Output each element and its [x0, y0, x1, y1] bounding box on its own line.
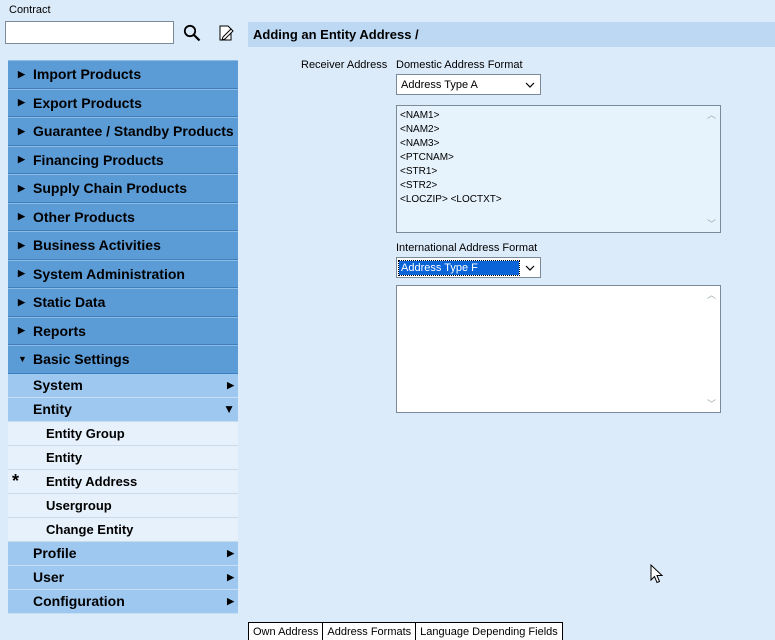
expand-arrow-icon: ▶: [18, 325, 25, 336]
submenu-profile[interactable]: Profile ▶: [8, 541, 238, 566]
menu-label: Supply Chain Products: [33, 180, 188, 197]
menu-label: Static Data: [33, 294, 106, 311]
submenu-configuration[interactable]: Configuration ▶: [8, 589, 238, 614]
international-format-value: Address Type F: [398, 259, 520, 276]
menu-label: Export Products: [33, 94, 142, 111]
menu-label: Basic Settings: [33, 351, 130, 368]
expand-arrow-icon: ▶: [18, 68, 25, 79]
search-icon: [183, 24, 201, 42]
expand-arrow-icon: ▶: [18, 182, 25, 193]
menu-system-administration[interactable]: ▶ System Administration: [8, 259, 238, 288]
leaf-label: Entity Group: [46, 425, 125, 441]
search-button[interactable]: [181, 22, 203, 44]
submenu-label: User: [33, 569, 65, 585]
international-format-select[interactable]: Address Type F: [396, 257, 541, 278]
submenu-user[interactable]: User ▶: [8, 565, 238, 590]
expand-arrow-icon: ▶: [18, 239, 25, 250]
domestic-format-select[interactable]: Address Type A: [396, 74, 541, 95]
submenu-label: Entity: [33, 401, 72, 417]
tab-address-formats[interactable]: Address Formats: [322, 622, 417, 640]
leaf-label: Change Entity: [46, 521, 134, 537]
expand-right-icon: ▶: [227, 571, 234, 582]
chevron-down-icon[interactable]: [520, 258, 540, 277]
menu-entity-group[interactable]: Entity Group: [8, 421, 238, 446]
collapse-down-icon: ▼: [223, 402, 235, 416]
expand-arrow-icon: ▶: [18, 154, 25, 165]
international-format-textarea[interactable]: ︿ ﹀: [396, 285, 721, 413]
menu-reports[interactable]: ▶ Reports: [8, 316, 238, 345]
submenu-label: Profile: [33, 545, 77, 561]
menu-label: Guarantee / Standby Products: [33, 123, 234, 140]
page-title: Adding an Entity Address /: [248, 22, 775, 47]
submenu-label: Configuration: [33, 593, 125, 609]
tab-language-depending-fields[interactable]: Language Depending Fields: [415, 622, 563, 640]
contract-input[interactable]: [5, 21, 174, 44]
menu-entity-address[interactable]: * Entity Address: [8, 469, 238, 494]
menu-financing-products[interactable]: ▶ Financing Products: [8, 145, 238, 174]
scroll-up-icon[interactable]: ︿: [705, 108, 718, 121]
bottom-tabs: Own Address Address Formats Language Dep…: [248, 622, 563, 640]
expand-right-icon: ▶: [227, 379, 234, 390]
international-format-label: International Address Format: [396, 242, 538, 254]
edit-document-icon: [219, 25, 234, 41]
menu-export-products[interactable]: ▶ Export Products: [8, 88, 238, 117]
expand-arrow-icon: ▶: [18, 296, 25, 307]
domestic-format-text: <NAM1> <NAM2> <NAM3> <PTCNAM> <STR1> <ST…: [400, 110, 502, 205]
menu-usergroup[interactable]: Usergroup: [8, 493, 238, 518]
menu-entity[interactable]: Entity: [8, 445, 238, 470]
leaf-label: Entity: [46, 449, 83, 465]
menu-label: Reports: [33, 322, 86, 339]
leaf-label: Usergroup: [46, 497, 112, 513]
menu-label: Other Products: [33, 208, 135, 225]
domestic-format-value: Address Type A: [401, 78, 478, 91]
edit-button[interactable]: [215, 22, 237, 44]
menu-label: System Administration: [33, 265, 185, 282]
submenu-label: System: [33, 377, 83, 393]
contract-label: Contract: [9, 4, 51, 16]
domestic-format-textarea[interactable]: <NAM1> <NAM2> <NAM3> <PTCNAM> <STR1> <ST…: [396, 105, 721, 233]
menu-static-data[interactable]: ▶ Static Data: [8, 288, 238, 317]
receiver-address-label: Receiver Address: [301, 59, 388, 71]
menu-label: Import Products: [33, 66, 142, 83]
scroll-up-icon[interactable]: ︿: [705, 288, 718, 301]
leaf-label: Entity Address: [46, 473, 138, 489]
menu-business-activities[interactable]: ▶ Business Activities: [8, 231, 238, 260]
main-panel: Adding an Entity Address / Receiver Addr…: [245, 0, 775, 640]
submenu-system[interactable]: System ▶: [8, 373, 238, 398]
expand-right-icon: ▶: [227, 595, 234, 606]
chevron-down-icon[interactable]: [520, 75, 540, 94]
scroll-down-icon[interactable]: ﹀: [705, 217, 718, 230]
menu-basic-settings[interactable]: ▼ Basic Settings: [8, 345, 238, 374]
expand-arrow-icon: ▶: [18, 125, 25, 136]
menu-label: Financing Products: [33, 151, 164, 168]
submenu-entity[interactable]: Entity ▼: [8, 397, 238, 422]
selected-star-icon: *: [12, 470, 20, 491]
menu-guarantee-products[interactable]: ▶ Guarantee / Standby Products: [8, 117, 238, 146]
tab-own-address[interactable]: Own Address: [248, 622, 324, 640]
main-menu: ▶ Import Products ▶ Export Products ▶ Guara…: [8, 60, 238, 614]
expand-arrow-icon: ▶: [18, 97, 25, 108]
menu-label: Business Activities: [33, 237, 161, 254]
mouse-cursor-icon: [650, 563, 664, 587]
domestic-format-label: Domestic Address Format: [396, 59, 523, 71]
menu-other-products[interactable]: ▶ Other Products: [8, 202, 238, 231]
expand-arrow-icon: ▶: [18, 268, 25, 279]
menu-import-products[interactable]: ▶ Import Products: [8, 60, 238, 89]
menu-supply-chain-products[interactable]: ▶ Supply Chain Products: [8, 174, 238, 203]
collapse-arrow-icon: ▼: [18, 354, 27, 365]
menu-change-entity[interactable]: Change Entity: [8, 517, 238, 542]
scroll-down-icon[interactable]: ﹀: [705, 397, 718, 410]
sidebar: Contract ▶ Import Products ▶ Export Produc…: [0, 0, 245, 640]
expand-right-icon: ▶: [227, 547, 234, 558]
expand-arrow-icon: ▶: [18, 211, 25, 222]
